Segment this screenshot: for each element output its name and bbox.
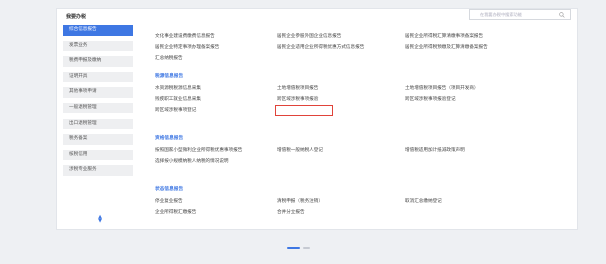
section-title-status: 状态信息报告: [155, 187, 184, 192]
link-settlement-filing[interactable]: 居民企业所得税汇算清缴事项备案报告: [405, 33, 483, 39]
page-dot[interactable]: [303, 247, 310, 249]
page-indicator: [287, 247, 310, 249]
sidebar-item-credit[interactable]: 核税信用: [63, 149, 133, 161]
link-general-taxpayer[interactable]: 增值税一般纳税人登记: [277, 147, 323, 153]
link-culture-fee[interactable]: 文化事业建设费缴费信息报告: [155, 33, 215, 39]
content-area: 文化事业建设费缴费信息报告 居民企业参股外国企业信息报告 居民企业所得税汇算清缴…: [155, 9, 577, 229]
sidebar-scroll-icon[interactable]: ▲ ▼: [97, 215, 103, 224]
tax-service-panel: 我要办税 综合信息报告 发票业务 税费申报及缴纳 证明开具 其他事项申请 一般退…: [56, 8, 578, 230]
link-cancel-consolidation[interactable]: 取消汇总缴纳登记: [405, 198, 442, 204]
highlight-cross-region-report: [275, 105, 333, 116]
sidebar-item-invoice[interactable]: 发票业务: [63, 40, 133, 52]
sidebar-title: 我要办税: [66, 14, 87, 20]
sidebar-item-comprehensive-info[interactable]: 综合信息报告: [63, 25, 133, 36]
link-additional-deduction[interactable]: 增值税适用加计抵减政策声明: [405, 147, 465, 153]
link-cross-region-registration[interactable]: 跨区域涉税事项报验登记: [405, 96, 456, 102]
link-land-value-developer[interactable]: 土地增值税项目报告（项目开发商）: [405, 85, 479, 91]
link-foreign-shares[interactable]: 居民企业参股外国企业信息报告: [277, 33, 341, 39]
link-small-enterprise[interactable]: 按照国家小型微利企业所得税优惠事项报告: [155, 147, 242, 153]
link-disabled-staff[interactable]: 残疾职工就业信息采集: [155, 96, 201, 102]
link-cross-region-item[interactable]: 跨区域涉税事项登记: [155, 107, 196, 113]
link-small-scale-choice[interactable]: 选择按小规模纳税人纳税的情况说明: [155, 158, 229, 164]
sidebar-menu: 综合信息报告 发票业务 税费申报及缴纳 证明开具 其他事项申请 一般退税管理 出…: [63, 25, 133, 181]
link-prepayment-filing[interactable]: 居民企业所得税预缴及汇算清缴备案报告: [405, 44, 488, 50]
sidebar-item-declaration[interactable]: 税费申报及缴纳: [63, 56, 133, 67]
sidebar-item-professional[interactable]: 涉税专业服务: [63, 165, 133, 176]
link-water-resource[interactable]: 水资源税税源信息采集: [155, 85, 201, 91]
sidebar-item-export-refund[interactable]: 出口退税管理: [63, 118, 133, 130]
link-income-tax-report[interactable]: 企业所得税汇缴报告: [155, 209, 196, 215]
sidebar: 我要办税 综合信息报告 发票业务 税费申报及缴纳 证明开具 其他事项申请 一般退…: [57, 9, 139, 229]
sidebar-item-certificate[interactable]: 证明开具: [63, 71, 133, 83]
section-title-source: 税源信息报告: [155, 74, 184, 79]
link-tax-clearance[interactable]: 清税申报（税务注销）: [277, 198, 323, 204]
link-cross-region-report[interactable]: 跨区域涉税事项报验: [277, 96, 318, 102]
page-dot-active[interactable]: [287, 247, 300, 249]
link-special-items[interactable]: 居民企业特定事项办理备案报告: [155, 44, 219, 50]
section-title-qualification: 资格信息报告: [155, 136, 184, 141]
link-land-value[interactable]: 土地增值税项目报告: [277, 85, 318, 91]
sidebar-item-refund[interactable]: 一般退税管理: [63, 102, 133, 114]
link-consolidated[interactable]: 汇总纳税报告: [155, 55, 183, 61]
link-preferential-method[interactable]: 居民企业适用企业所得税优惠方式信息报告: [277, 44, 364, 50]
link-suspend-resume[interactable]: 停业复业报告: [155, 198, 183, 204]
link-merger-split[interactable]: 合并分立报告: [277, 209, 305, 215]
sidebar-item-other-application[interactable]: 其他事项申请: [63, 87, 133, 98]
sidebar-item-filing[interactable]: 税务备案: [63, 134, 133, 145]
